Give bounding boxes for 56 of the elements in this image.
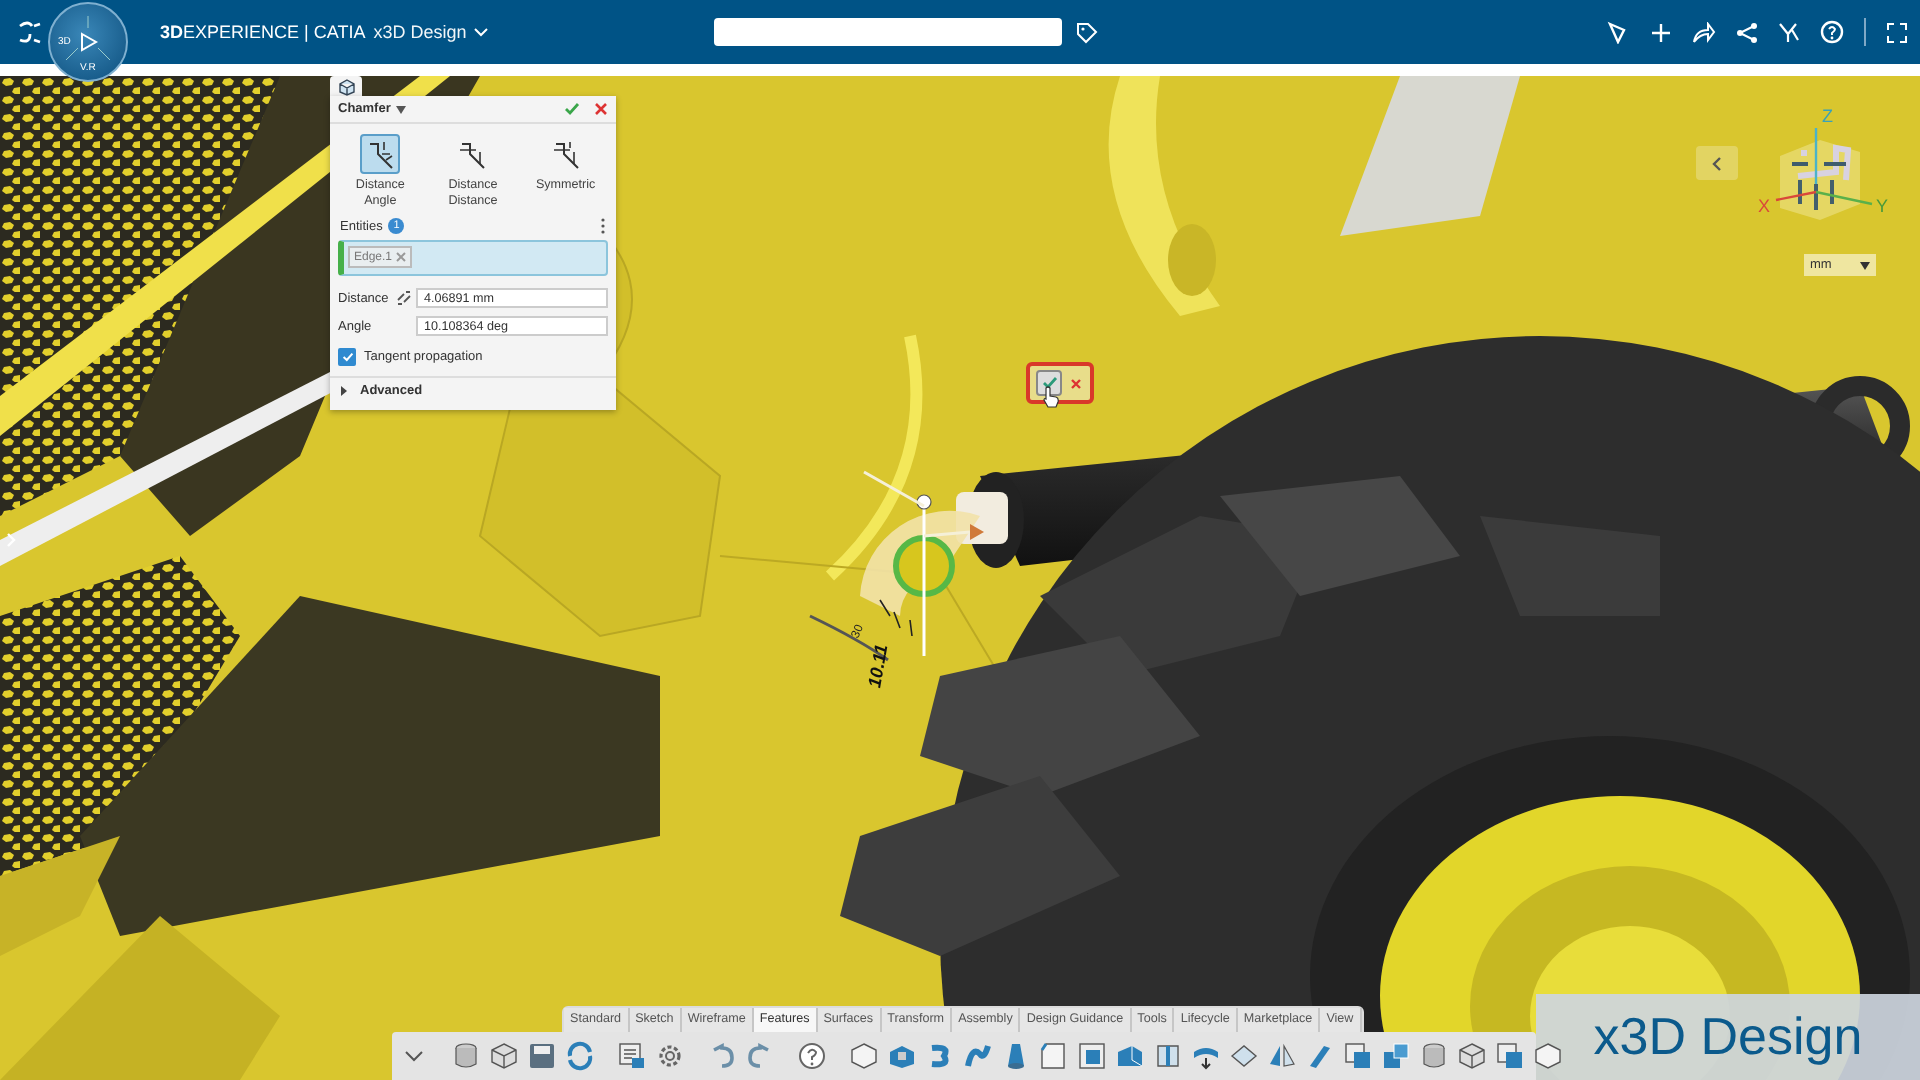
pocket-icon[interactable] <box>886 1040 918 1072</box>
refresh-icon[interactable] <box>564 1040 596 1072</box>
pattern-icon[interactable] <box>1494 1040 1526 1072</box>
panel-toggle-button[interactable] <box>1696 146 1738 180</box>
chamfer-mode-icon <box>549 138 582 170</box>
help-icon[interactable] <box>796 1040 828 1072</box>
link-parameter-icon[interactable] <box>396 290 412 307</box>
cube-icon[interactable] <box>488 1040 520 1072</box>
plus-icon[interactable] <box>1650 21 1672 43</box>
save-icon[interactable] <box>526 1040 558 1072</box>
network-share-icon[interactable] <box>1736 21 1758 43</box>
box-icon[interactable] <box>848 1040 880 1072</box>
dropdown-triangle-icon[interactable] <box>396 105 407 113</box>
cylinder-stack-icon[interactable] <box>450 1040 482 1072</box>
dropdown-triangle-icon <box>1860 261 1870 269</box>
wedge-icon[interactable] <box>1114 1040 1146 1072</box>
surface-icon[interactable] <box>1228 1040 1260 1072</box>
share-arrow-icon[interactable] <box>1692 21 1716 43</box>
properties-icon[interactable] <box>616 1040 648 1072</box>
mirror-icon[interactable] <box>1266 1040 1298 1072</box>
axis-label: Z <box>1822 106 1833 126</box>
axis-label: X <box>1758 196 1771 216</box>
close-icon[interactable] <box>1070 377 1082 389</box>
company-logo-icon[interactable] <box>16 20 44 44</box>
dimension-label: 10.11 <box>864 642 892 690</box>
close-icon[interactable] <box>594 102 608 116</box>
split-icon[interactable] <box>1152 1040 1184 1072</box>
fullscreen-icon[interactable] <box>1886 21 1908 43</box>
axis-label: Y <box>1876 196 1889 216</box>
shell-icon[interactable] <box>1076 1040 1108 1072</box>
rib-icon[interactable] <box>1304 1040 1336 1072</box>
role-selector[interactable]: x3D Design <box>373 22 467 42</box>
platform-title: 3DEXPERIENCE | CATIA <box>160 22 366 42</box>
box-icon[interactable] <box>1532 1040 1564 1072</box>
more-options-icon[interactable] <box>600 218 606 235</box>
multi-body-icon[interactable] <box>1380 1040 1412 1072</box>
chamfer-icon[interactable] <box>1038 1040 1070 1072</box>
remove-icon[interactable] <box>396 252 407 263</box>
pattern-icon[interactable] <box>1342 1040 1374 1072</box>
hand-cursor-icon <box>1042 386 1060 408</box>
cube-icon[interactable] <box>1456 1040 1488 1072</box>
cylinder-stack-icon[interactable] <box>1418 1040 1450 1072</box>
panel-tab[interactable] <box>330 76 362 96</box>
app-name-badge: x3D Design <box>1536 994 1920 1080</box>
part-cube-icon <box>337 77 355 95</box>
chamfer-mode-icon <box>364 138 397 170</box>
sweep-icon[interactable] <box>962 1040 994 1072</box>
chevron-left-icon <box>1712 155 1722 171</box>
confirm-button[interactable] <box>1036 370 1062 396</box>
tag-icon[interactable] <box>1076 21 1099 43</box>
settings-icon[interactable] <box>654 1040 686 1072</box>
checkbox[interactable] <box>338 348 356 367</box>
search-field[interactable] <box>714 18 1063 46</box>
chevron-down-icon[interactable] <box>474 27 489 37</box>
chamfer-mode-icon <box>456 138 489 170</box>
check-icon[interactable] <box>564 102 580 116</box>
